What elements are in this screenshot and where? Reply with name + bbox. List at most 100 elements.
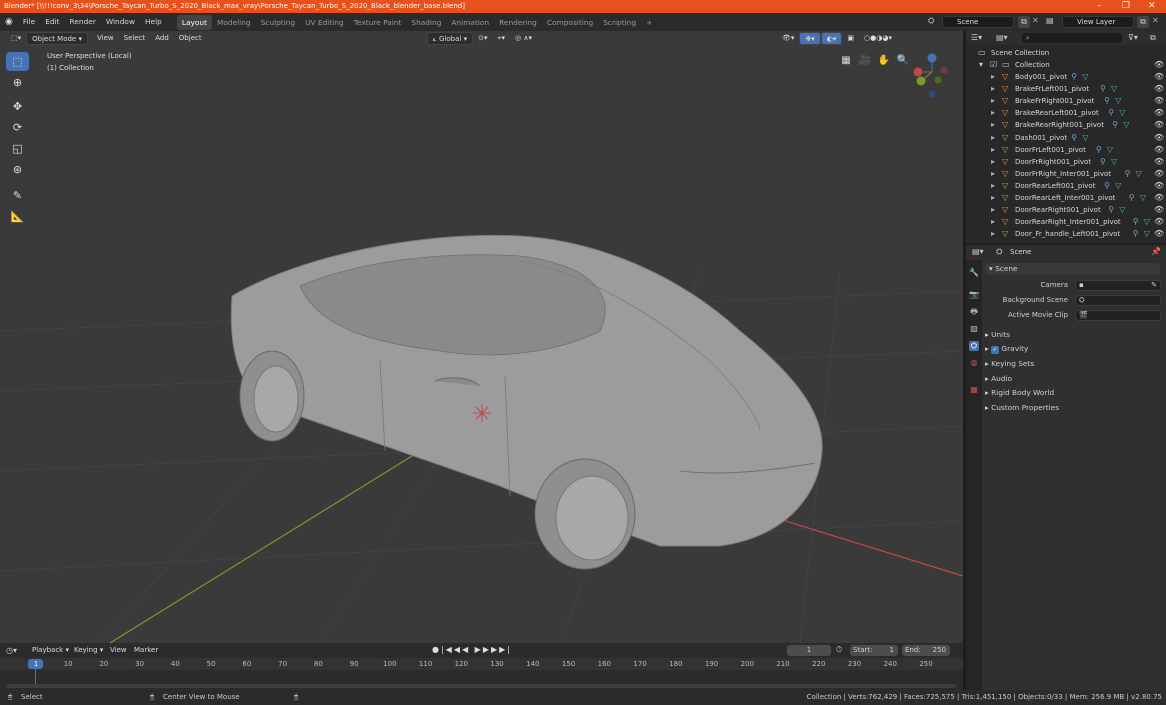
expand-arrow-icon[interactable]: ▸: [991, 95, 995, 107]
cursor-tool-icon[interactable]: ⊕: [6, 73, 29, 92]
playback-menu[interactable]: Playback ▾: [32, 646, 69, 654]
view-layer-selector[interactable]: View Layer: [1062, 16, 1134, 28]
outliner-search-input[interactable]: ⌕: [1022, 33, 1122, 43]
tab-uv-editing[interactable]: UV Editing: [300, 15, 349, 30]
expand-arrow-icon[interactable]: ▸: [991, 216, 995, 228]
outliner-row-collection[interactable]: ▾ ☑ ▭ Collection 👁: [966, 59, 1166, 71]
outliner-object-row[interactable]: ▸ ▽ DoorRearLeft001_pivot ⚲ ▽ 👁: [966, 180, 1166, 192]
axis-navigation-gizmo[interactable]: [908, 50, 956, 100]
tab-sculpting[interactable]: Sculpting: [256, 15, 301, 30]
measure-tool-icon[interactable]: 📐: [6, 207, 29, 226]
shading-modes-icon[interactable]: ○●◑◕▾: [859, 32, 897, 45]
outliner-panel[interactable]: ☰▾ ▤▾ ⌕ ⊽▾ ⧉ ▭ Scene Collection ▾ ☑ ▭ Co…: [966, 31, 1166, 243]
delete-scene-icon[interactable]: ✕: [1032, 16, 1039, 25]
outliner-object-row[interactable]: ▸ ▽ DoorRearLeft_Inter001_pivot ⚲ ▽ 👁: [966, 192, 1166, 204]
blender-logo-icon[interactable]: ◉: [0, 17, 18, 27]
outliner-object-row[interactable]: ▸ ▽ Body001_pivot ⚲ ▽ 👁: [966, 71, 1166, 83]
tab-layout[interactable]: Layout: [176, 14, 212, 30]
outliner-object-row[interactable]: ▸ ▽ BrakeRearLeft001_pivot ⚲ ▽ 👁: [966, 107, 1166, 119]
visibility-eye-icon[interactable]: 👁: [1154, 144, 1164, 156]
end-frame-field[interactable]: End: 250: [902, 645, 950, 656]
visibility-icon[interactable]: 👁▾: [777, 32, 799, 45]
expand-arrow-icon[interactable]: ▸: [991, 204, 995, 216]
units-section[interactable]: ▸ Units: [985, 330, 1010, 339]
transform-orientation-dropdown[interactable]: ⟀ Global ▾: [426, 32, 474, 45]
marker-menu[interactable]: Marker: [134, 646, 158, 654]
minimize-button[interactable]: –: [1097, 0, 1102, 13]
pan-view-icon[interactable]: ✋: [876, 52, 892, 68]
active-movie-clip-field[interactable]: 🎬: [1075, 310, 1161, 321]
expand-arrow-icon[interactable]: ▸: [991, 144, 995, 156]
outliner-object-row[interactable]: ▸ ▽ BrakeRearRight001_pivot ⚲ ▽ 👁: [966, 119, 1166, 131]
visibility-eye-icon[interactable]: 👁: [1154, 204, 1164, 216]
visibility-eye-icon[interactable]: 👁: [1154, 228, 1164, 240]
scene-tab-icon[interactable]: ⛭: [969, 341, 979, 351]
car-model[interactable]: [230, 234, 823, 570]
visibility-eye-icon[interactable]: 👁: [1154, 156, 1164, 168]
camera-field[interactable]: ▪ ✎: [1075, 280, 1161, 291]
start-frame-field[interactable]: Start: 1: [850, 645, 898, 656]
annotate-tool-icon[interactable]: ✎: [6, 186, 29, 205]
menu-view[interactable]: View: [92, 32, 119, 45]
menu-help[interactable]: Help: [140, 13, 167, 31]
snap-icon[interactable]: ⌖▾: [493, 32, 510, 45]
checkbox-icon[interactable]: ☑: [990, 59, 997, 71]
tab-scripting[interactable]: Scripting: [598, 15, 641, 30]
xray-icon[interactable]: ▣: [842, 32, 859, 45]
overlay-toggle-icon[interactable]: ◐▾: [820, 32, 843, 45]
scene-panel-header[interactable]: ▾ Scene: [985, 263, 1160, 275]
visibility-eye-icon[interactable]: 👁: [1154, 168, 1164, 180]
gravity-checkbox[interactable]: ✓: [991, 346, 1000, 354]
visibility-eye-icon[interactable]: 👁: [1154, 180, 1164, 192]
menu-add[interactable]: Add: [150, 32, 174, 45]
expand-arrow-icon[interactable]: ▾: [979, 59, 983, 71]
keying-sets-section[interactable]: ▸ Keying Sets: [985, 359, 1034, 368]
tab-modeling[interactable]: Modeling: [212, 15, 256, 30]
close-button[interactable]: ✕: [1148, 0, 1156, 13]
menu-file[interactable]: File: [18, 13, 40, 31]
timeline-view-menu[interactable]: View: [110, 646, 127, 654]
delete-view-layer-icon[interactable]: ✕: [1152, 16, 1159, 25]
new-collection-icon[interactable]: ⧉: [1150, 33, 1156, 43]
proportional-editing-icon[interactable]: ◎ ∧▾: [510, 32, 537, 45]
tab-texture-paint[interactable]: Texture Paint: [349, 15, 407, 30]
outliner-object-row[interactable]: ▸ ▽ BrakeFrRight001_pivot ⚲ ▽ 👁: [966, 95, 1166, 107]
outliner-editor-type-icon[interactable]: ☰▾: [971, 33, 982, 42]
scale-tool-icon[interactable]: ◱: [6, 139, 29, 158]
timeline-scrollbar[interactable]: [6, 684, 956, 688]
visibility-eye-icon[interactable]: 👁: [1154, 107, 1164, 119]
gravity-section[interactable]: ▸ ✓ Gravity: [985, 344, 1028, 354]
maximize-button[interactable]: ❐: [1122, 0, 1130, 13]
filter-icon[interactable]: ⊽▾: [1128, 33, 1138, 42]
menu-select[interactable]: Select: [119, 32, 151, 45]
tab-animation[interactable]: Animation: [446, 15, 494, 30]
camera-view-icon[interactable]: 🎥: [857, 52, 873, 68]
3d-viewport[interactable]: [0, 31, 963, 643]
pivot-point-icon[interactable]: ⊙▾: [473, 32, 492, 45]
toggle-camera-grid-icon[interactable]: ▦: [838, 52, 854, 68]
keying-menu[interactable]: Keying ▾: [74, 646, 103, 654]
visibility-eye-icon[interactable]: 👁: [1154, 59, 1164, 71]
transform-tool-icon[interactable]: ⊛: [6, 160, 29, 179]
pin-icon[interactable]: 📌: [1151, 247, 1161, 256]
editor-type-icon[interactable]: ⬚▾: [6, 32, 26, 45]
tab-compositing[interactable]: Compositing: [542, 15, 598, 30]
expand-arrow-icon[interactable]: ▸: [991, 132, 995, 144]
new-view-layer-icon[interactable]: ⧉: [1137, 16, 1149, 28]
current-frame-field[interactable]: 1: [787, 645, 831, 656]
expand-arrow-icon[interactable]: ▸: [991, 156, 995, 168]
visibility-eye-icon[interactable]: 👁: [1154, 216, 1164, 228]
menu-edit[interactable]: Edit: [40, 13, 64, 31]
move-tool-icon[interactable]: ✥: [6, 97, 29, 116]
texture-tab-icon[interactable]: ▦: [969, 385, 979, 395]
outliner-object-row[interactable]: ▸ ▽ Dash001_pivot ⚲ ▽ 👁: [966, 132, 1166, 144]
playback-controls[interactable]: ●|◀◀◀ ▶▶▶▶|: [432, 645, 512, 654]
world-tab-icon[interactable]: ◍: [969, 358, 979, 368]
output-tab-icon[interactable]: 🖶: [969, 307, 979, 317]
gizmo-toggle-icon[interactable]: ✥▾: [799, 32, 821, 45]
scene-icon[interactable]: ⛭: [928, 16, 934, 26]
render-tab-icon[interactable]: 📷: [969, 290, 979, 300]
rotate-tool-icon[interactable]: ⟳: [6, 118, 29, 137]
scene-selector[interactable]: Scene: [942, 16, 1014, 28]
expand-arrow-icon[interactable]: ▸: [991, 228, 995, 240]
